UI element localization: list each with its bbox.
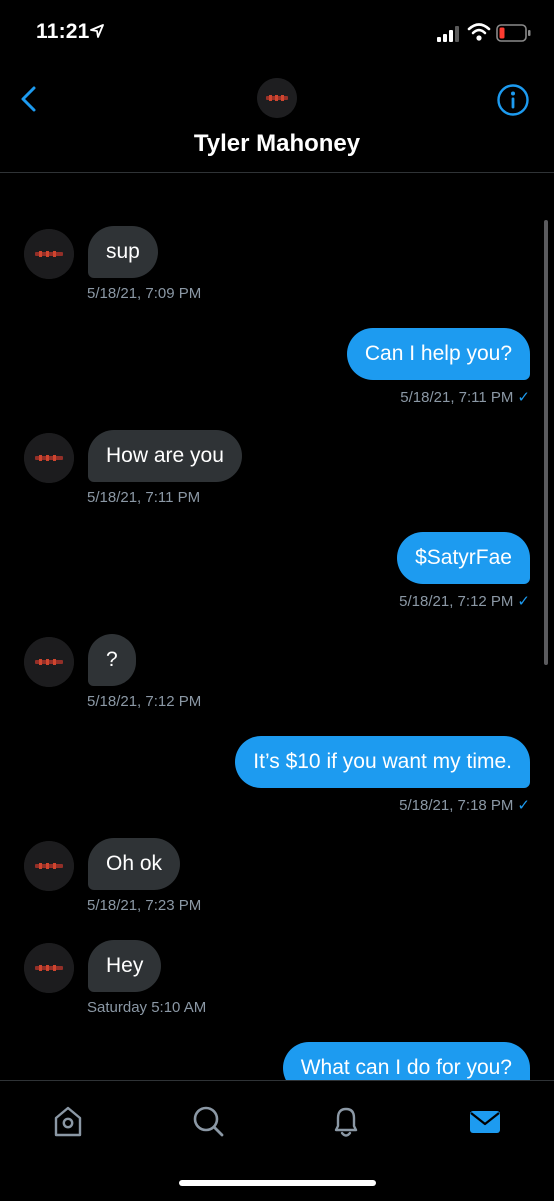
home-indicator	[179, 1180, 376, 1186]
message-bubble-incoming[interactable]: Oh ok	[88, 838, 181, 890]
timestamp-text: 5/18/21, 7:11 PM	[400, 389, 514, 406]
message-timestamp: Saturday 5:10 AM	[87, 999, 207, 1016]
avatar-logo-icon	[24, 433, 74, 483]
message-timestamp: 5/18/21, 7:23 PM	[87, 897, 202, 914]
conversation-title[interactable]: Tyler Mahoney	[0, 130, 554, 158]
message-bubble-outgoing[interactable]: It’s $10 if you want my time.	[235, 736, 530, 788]
sender-avatar[interactable]	[24, 943, 74, 993]
sender-avatar[interactable]	[24, 229, 74, 279]
back-arrow-icon[interactable]	[16, 84, 44, 114]
message-bubble-incoming[interactable]: sup	[88, 226, 158, 278]
avatar-logo-icon	[24, 229, 74, 279]
message-timestamp: 5/18/21, 7:09 PM	[87, 285, 202, 302]
header-avatar[interactable]	[257, 78, 297, 118]
message-bubble-outgoing[interactable]: Can I help you?	[346, 328, 530, 380]
location-arrow-icon	[90, 24, 104, 38]
message-bubble-outgoing[interactable]: What can I do for you?	[282, 1042, 530, 1080]
sender-avatar[interactable]	[24, 433, 74, 483]
read-check-icon: ✓	[517, 389, 530, 406]
message-timestamp: 5/18/21, 7:11 PM ✓	[400, 388, 530, 406]
avatar-logo-icon	[24, 637, 74, 687]
info-icon[interactable]	[496, 83, 530, 117]
messages-icon[interactable]	[465, 1101, 505, 1141]
search-icon[interactable]	[188, 1101, 228, 1141]
read-check-icon: ✓	[517, 797, 530, 814]
message-bubble-outgoing[interactable]: $SatyrFae	[397, 532, 530, 584]
message-timestamp: 5/18/21, 7:12 PM ✓	[399, 592, 530, 610]
avatar-logo-icon	[24, 943, 74, 993]
timestamp-text: 5/18/21, 7:12 PM	[399, 593, 514, 610]
status-bar: 11:21	[0, 0, 554, 66]
scrollbar[interactable]	[544, 220, 548, 665]
status-time: 11:21	[36, 20, 90, 43]
sender-avatar[interactable]	[24, 841, 74, 891]
message-thread[interactable]: sup 5/18/21, 7:09 PM Can I help you? 5/1…	[0, 173, 554, 1080]
avatar-logo-icon	[24, 841, 74, 891]
message-timestamp: 5/18/21, 7:11 PM	[87, 489, 201, 506]
conversation-header: Tyler Mahoney	[0, 66, 554, 173]
read-check-icon: ✓	[517, 593, 530, 610]
message-bubble-incoming[interactable]: Hey	[88, 940, 162, 992]
cellular-signal-icon	[437, 26, 459, 42]
message-timestamp: 5/18/21, 7:18 PM ✓	[399, 796, 530, 814]
avatar-logo-icon	[257, 78, 297, 118]
message-bubble-incoming[interactable]: How are you	[88, 430, 242, 482]
battery-low-icon	[496, 24, 531, 42]
notifications-icon[interactable]	[326, 1101, 366, 1141]
home-icon[interactable]	[48, 1101, 88, 1141]
message-bubble-incoming[interactable]: ?	[88, 634, 136, 686]
message-timestamp: 5/18/21, 7:12 PM	[87, 693, 202, 710]
wifi-icon	[467, 23, 491, 41]
sender-avatar[interactable]	[24, 637, 74, 687]
timestamp-text: 5/18/21, 7:18 PM	[399, 797, 514, 814]
